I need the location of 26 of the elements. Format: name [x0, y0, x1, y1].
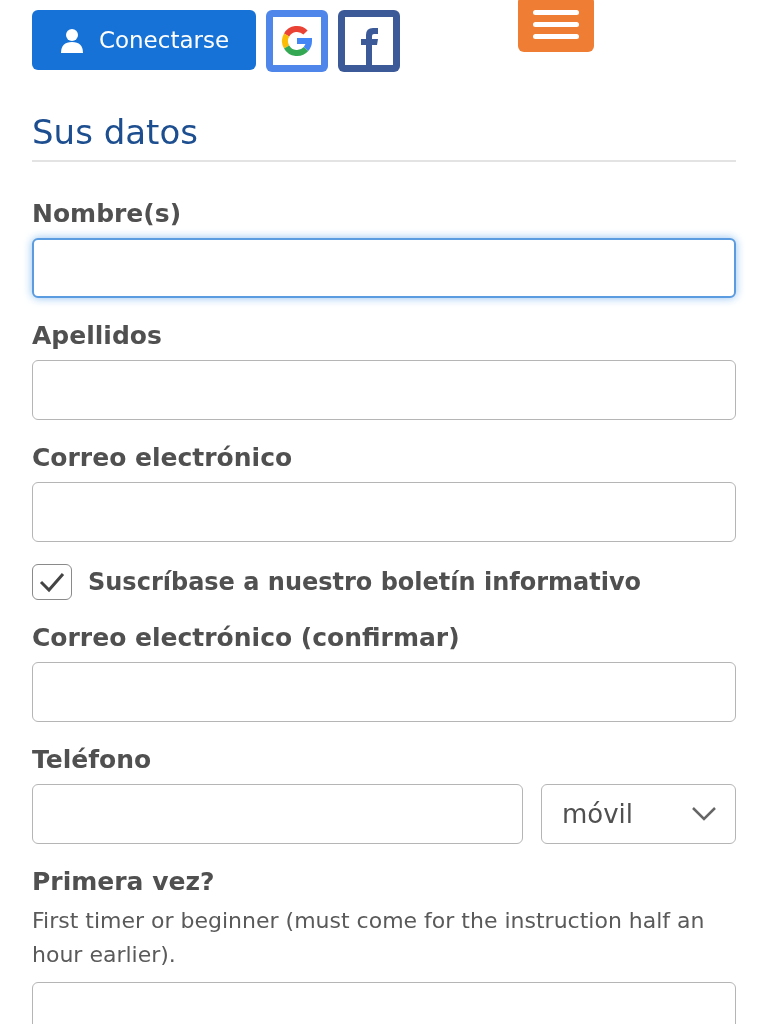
- google-login-button[interactable]: [266, 10, 328, 72]
- user-icon: [58, 27, 85, 53]
- field-label: Apellidos: [32, 320, 163, 352]
- text-field[interactable]: [32, 238, 736, 298]
- newsletter-checkbox[interactable]: [32, 564, 72, 600]
- facebook-logo-icon: [358, 25, 380, 65]
- field-description: First timer or beginner (must come for the instruction half an hour earlier).: [32, 907, 706, 969]
- login-button[interactable]: Conectarse: [32, 10, 256, 70]
- text-field[interactable]: [32, 982, 736, 1024]
- menu-icon: [533, 8, 579, 40]
- field-label: Teléfono: [32, 744, 153, 776]
- text-field[interactable]: [32, 662, 736, 722]
- chevron-down-icon: [691, 806, 717, 822]
- field-label: Correo electrónico (confirmar): [32, 622, 461, 654]
- section-title: Sus datos: [32, 111, 199, 154]
- checkmark-icon: [38, 570, 66, 594]
- field-label: Nombre(s): [32, 198, 183, 230]
- checkbox-label: Suscríbase a nuestro boletín informativo: [88, 567, 642, 598]
- text-field[interactable]: [32, 482, 736, 542]
- facebook-login-button[interactable]: [338, 10, 400, 72]
- phone-field[interactable]: [32, 784, 523, 844]
- field-label: Correo electrónico: [32, 442, 294, 474]
- text-field[interactable]: [32, 360, 736, 420]
- field-label: Primera vez?: [32, 866, 216, 898]
- menu-button[interactable]: [518, 0, 594, 52]
- phone-type-select[interactable]: móvil: [541, 784, 736, 844]
